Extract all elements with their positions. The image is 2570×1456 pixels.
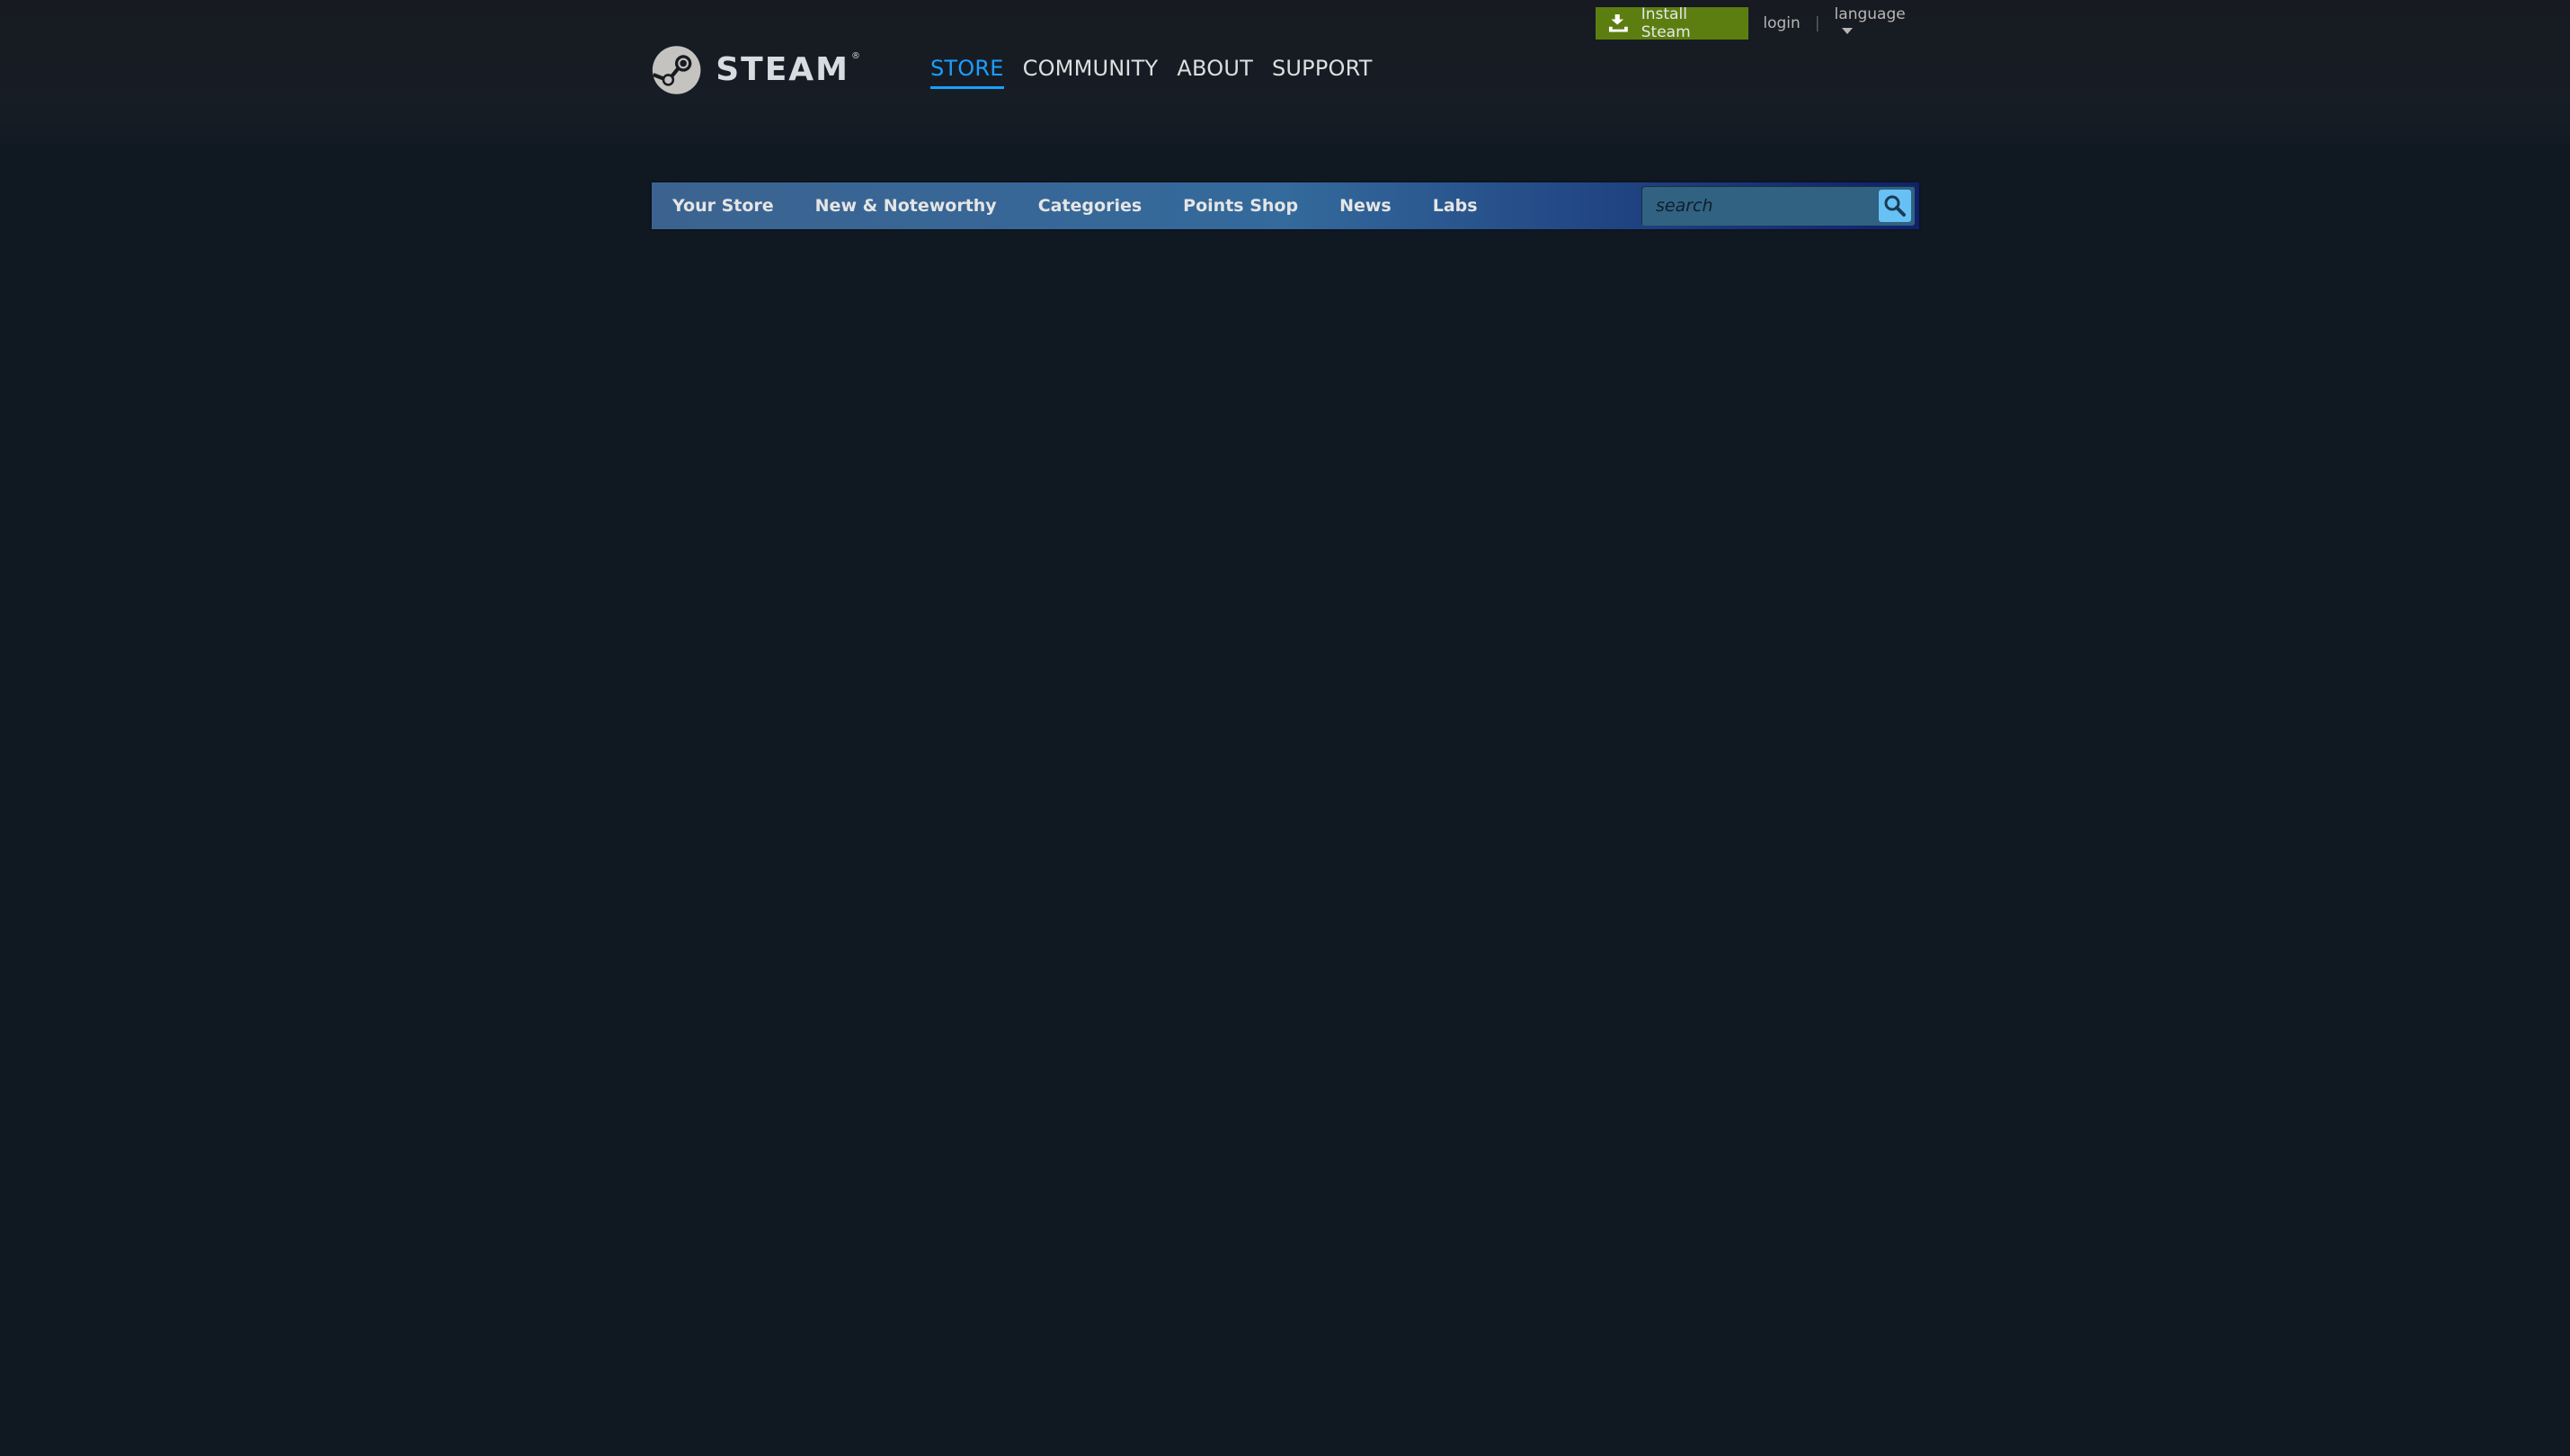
store-nav-bar: Your Store New & Noteworthy Categories P… bbox=[652, 182, 1919, 229]
search-button[interactable] bbox=[1879, 190, 1911, 222]
tab-labs[interactable]: Labs bbox=[1412, 182, 1498, 229]
language-label: language bbox=[1834, 5, 1906, 23]
tab-news[interactable]: News bbox=[1319, 182, 1412, 229]
install-steam-label: Install Steam bbox=[1641, 5, 1691, 41]
chevron-down-icon bbox=[1841, 27, 1853, 34]
store-search bbox=[1641, 186, 1915, 226]
steam-logo-icon bbox=[652, 46, 701, 94]
logo-registered-mark: ® bbox=[851, 51, 860, 61]
tab-your-store[interactable]: Your Store bbox=[652, 182, 795, 229]
nav-support[interactable]: SUPPORT bbox=[1272, 56, 1373, 89]
nav-community[interactable]: COMMUNITY bbox=[1023, 56, 1159, 89]
download-icon bbox=[1608, 14, 1628, 32]
main-nav: STORE COMMUNITY ABOUT SUPPORT bbox=[930, 56, 1392, 89]
action-separator: | bbox=[1814, 14, 1820, 32]
nav-about[interactable]: ABOUT bbox=[1177, 56, 1253, 89]
language-dropdown[interactable]: language bbox=[1835, 5, 1919, 41]
search-input[interactable] bbox=[1645, 190, 1873, 222]
global-header: STEAM ® STORE COMMUNITY ABOUT SUPPORT In… bbox=[0, 0, 2570, 144]
tab-points-shop[interactable]: Points Shop bbox=[1162, 182, 1319, 229]
tab-new-noteworthy[interactable]: New & Noteworthy bbox=[795, 182, 1018, 229]
login-link[interactable]: login bbox=[1763, 14, 1800, 32]
install-steam-button[interactable]: Install Steam bbox=[1596, 5, 1749, 41]
search-icon bbox=[1884, 195, 1906, 217]
steam-store-page: STEAM ® STORE COMMUNITY ABOUT SUPPORT In… bbox=[0, 0, 2570, 1456]
logo-text: STEAM bbox=[716, 51, 849, 88]
global-actions: Install Steam login | language bbox=[1596, 5, 1919, 41]
header-inner: STEAM ® STORE COMMUNITY ABOUT SUPPORT In… bbox=[652, 0, 1919, 144]
tab-categories[interactable]: Categories bbox=[1018, 182, 1162, 229]
steam-logo[interactable]: STEAM ® bbox=[652, 40, 860, 101]
store-tabs: Your Store New & Noteworthy Categories P… bbox=[652, 182, 1498, 229]
logo-wordmark: STEAM ® bbox=[716, 51, 860, 88]
nav-store[interactable]: STORE bbox=[930, 56, 1004, 89]
